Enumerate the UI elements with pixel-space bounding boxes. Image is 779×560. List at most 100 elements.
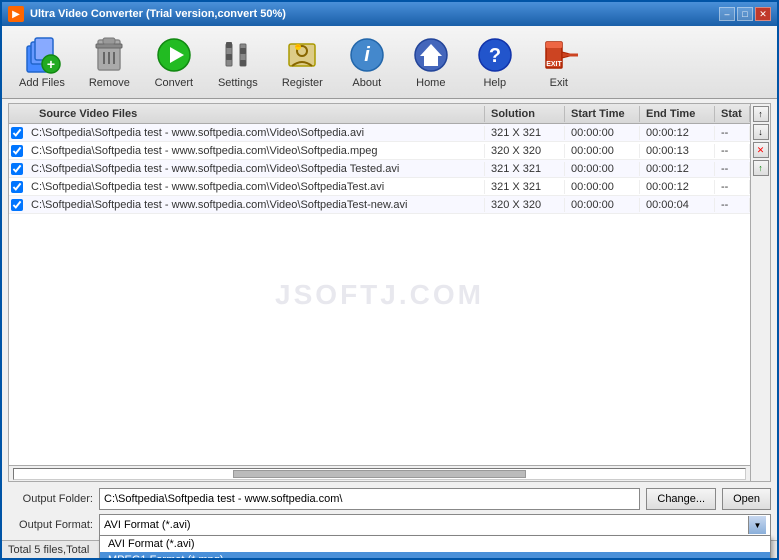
- row-end: 00:00:13: [640, 144, 715, 158]
- register-icon: [282, 35, 322, 75]
- format-option-avi[interactable]: AVI Format (*.avi): [100, 536, 770, 552]
- row-checkbox[interactable]: [9, 145, 25, 157]
- row-stat: --: [715, 180, 750, 194]
- row-file: C:\Softpedia\Softpedia test - www.softpe…: [25, 144, 485, 158]
- help-icon: ?: [475, 35, 515, 75]
- settings-icon: [218, 35, 258, 75]
- help-button[interactable]: ? Help: [464, 30, 526, 94]
- help-label: Help: [483, 77, 506, 89]
- row-file: C:\Softpedia\Softpedia test - www.softpe…: [25, 162, 485, 176]
- remove-button[interactable]: Remove: [78, 30, 141, 94]
- header-source: Source Video Files: [33, 106, 485, 122]
- status-text: Total 5 files,Total: [8, 544, 89, 556]
- remove-label: Remove: [89, 77, 130, 89]
- exit-button[interactable]: EXIT Exit: [528, 30, 590, 94]
- row-start: 00:00:00: [565, 180, 640, 194]
- row-stat: --: [715, 126, 750, 140]
- main-window: ▶ Ultra Video Converter (Trial version,c…: [0, 0, 779, 560]
- arrow-btn[interactable]: ↑: [753, 160, 769, 176]
- open-folder-button[interactable]: Open: [722, 488, 771, 510]
- table-watermark: JSOFTJ.COM: [275, 279, 484, 311]
- table-row[interactable]: C:\Softpedia\Softpedia test - www.softpe…: [9, 160, 750, 178]
- header-start: Start Time: [565, 106, 640, 122]
- scroll-thumb[interactable]: [233, 470, 525, 478]
- row-solution: 320 X 320: [485, 198, 565, 212]
- row-start: 00:00:00: [565, 126, 640, 140]
- file-table-header: Source Video Files Solution Start Time E…: [9, 104, 750, 124]
- header-end: End Time: [640, 106, 715, 122]
- row-start: 00:00:00: [565, 144, 640, 158]
- output-format-dropdown[interactable]: AVI Format (*.avi) ▼ AVI Format (*.avi) …: [99, 514, 771, 536]
- change-folder-button[interactable]: Change...: [646, 488, 716, 510]
- delete-btn[interactable]: ✕: [753, 142, 769, 158]
- register-label: Register: [282, 77, 323, 89]
- svg-text:EXIT: EXIT: [546, 61, 562, 68]
- table-row[interactable]: C:\Softpedia\Softpedia test - www.softpe…: [9, 196, 750, 214]
- about-icon: i: [347, 35, 387, 75]
- table-row[interactable]: C:\Softpedia\Softpedia test - www.softpe…: [9, 142, 750, 160]
- svg-text:?: ?: [489, 45, 501, 67]
- home-label: Home: [416, 77, 445, 89]
- title-bar-left: ▶ Ultra Video Converter (Trial version,c…: [8, 6, 286, 22]
- row-checkbox[interactable]: [9, 199, 25, 211]
- dropdown-selected-value[interactable]: AVI Format (*.avi) ▼: [99, 514, 771, 536]
- convert-icon: [154, 35, 194, 75]
- convert-label: Convert: [155, 77, 194, 89]
- about-label: About: [352, 77, 381, 89]
- dropdown-arrow-icon[interactable]: ▼: [748, 516, 766, 534]
- home-button[interactable]: Home: [400, 30, 462, 94]
- settings-label: Settings: [218, 77, 258, 89]
- row-solution: 320 X 320: [485, 144, 565, 158]
- add-files-label: Add Files: [19, 77, 65, 89]
- settings-button[interactable]: Settings: [207, 30, 269, 94]
- row-checkbox[interactable]: [9, 181, 25, 193]
- header-solution: Solution: [485, 106, 565, 122]
- row-file: C:\Softpedia\Softpedia test - www.softpe…: [25, 180, 485, 194]
- row-file: C:\Softpedia\Softpedia test - www.softpe…: [25, 126, 485, 140]
- row-solution: 321 X 321: [485, 162, 565, 176]
- table-row[interactable]: C:\Softpedia\Softpedia test - www.softpe…: [9, 124, 750, 142]
- add-files-button[interactable]: + Add Files: [8, 30, 76, 94]
- row-stat: --: [715, 162, 750, 176]
- output-format-label: Output Format:: [8, 519, 93, 531]
- register-button[interactable]: Register: [271, 30, 334, 94]
- row-end: 00:00:12: [640, 180, 715, 194]
- app-icon: ▶: [8, 6, 24, 22]
- table-row[interactable]: C:\Softpedia\Softpedia test - www.softpe…: [9, 178, 750, 196]
- row-start: 00:00:00: [565, 162, 640, 176]
- row-solution: 321 X 321: [485, 126, 565, 140]
- format-dropdown-list: AVI Format (*.avi) MPEG1 Format (*.mpg) …: [99, 536, 771, 560]
- horizontal-scrollbar[interactable]: [9, 465, 750, 481]
- format-option-mpeg1[interactable]: MPEG1 Format (*.mpg): [100, 552, 770, 560]
- exit-label: Exit: [550, 77, 568, 89]
- selected-format-text: AVI Format (*.avi): [104, 519, 191, 531]
- close-button[interactable]: ✕: [755, 7, 771, 21]
- row-checkbox[interactable]: [9, 163, 25, 175]
- svg-text:+: +: [47, 56, 55, 72]
- title-controls: – □ ✕: [719, 7, 771, 21]
- output-folder-input[interactable]: [99, 488, 640, 510]
- svg-text:i: i: [364, 44, 370, 66]
- move-up-button[interactable]: ↑: [753, 106, 769, 122]
- move-down-button[interactable]: ↓: [753, 124, 769, 140]
- file-table-main: Source Video Files Solution Start Time E…: [9, 104, 750, 481]
- minimize-button[interactable]: –: [719, 7, 735, 21]
- sidebar-action-buttons: ↑ ↓ ✕ ↑: [750, 104, 770, 481]
- bottom-section: Output Folder: Change... Open Output For…: [2, 484, 777, 540]
- output-format-row: Output Format: AVI Format (*.avi) ▼ AVI …: [8, 514, 771, 536]
- convert-button[interactable]: Convert: [143, 30, 205, 94]
- home-icon: [411, 35, 451, 75]
- title-bar: ▶ Ultra Video Converter (Trial version,c…: [2, 2, 777, 26]
- row-end: 00:00:12: [640, 126, 715, 140]
- row-checkbox[interactable]: [9, 127, 25, 139]
- toolbar: + Add Files Remove: [2, 26, 777, 99]
- header-stat: Stat: [715, 106, 750, 122]
- remove-icon: [89, 35, 129, 75]
- file-table-container: Source Video Files Solution Start Time E…: [8, 103, 771, 482]
- row-stat: --: [715, 144, 750, 158]
- maximize-button[interactable]: □: [737, 7, 753, 21]
- row-file: C:\Softpedia\Softpedia test - www.softpe…: [25, 198, 485, 212]
- output-folder-row: Output Folder: Change... Open: [8, 488, 771, 510]
- row-start: 00:00:00: [565, 198, 640, 212]
- about-button[interactable]: i About: [336, 30, 398, 94]
